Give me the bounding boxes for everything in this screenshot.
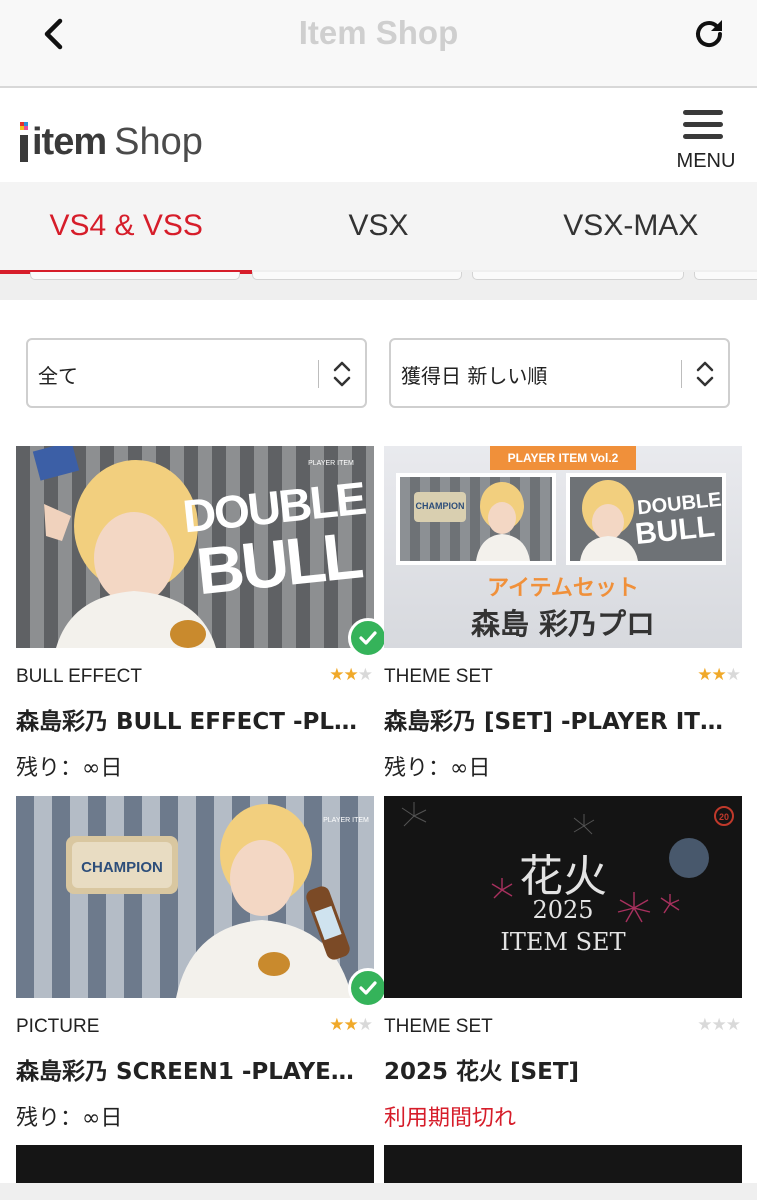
thumb-name: 森島 彩乃プロ [470, 607, 656, 641]
page-title: Item Shop [298, 14, 459, 51]
owned-check-icon [348, 968, 388, 1008]
item-shop-logo[interactable]: item Shop [18, 112, 203, 162]
tab-vsx[interactable]: VSX [252, 182, 504, 270]
hamburger-icon [683, 110, 723, 115]
sort-select[interactable]: 獲得日 新しい順 [389, 338, 730, 408]
item-remaining: 残り：∞日 [16, 756, 123, 781]
item-thumbnail: PLAYER ITEM Vol.2 CHAMPION DOUBLE BULL ア… [384, 446, 742, 648]
item-category: BULL EFFECT [16, 666, 142, 687]
site-header: item Shop MENU [0, 90, 757, 182]
rarity-stars: ★★★ [697, 665, 741, 685]
reload-button[interactable] [685, 12, 733, 56]
thumb-champion: CHAMPION [416, 501, 465, 511]
category-select[interactable]: 全て [26, 338, 367, 408]
menu-label: MENU [676, 150, 736, 172]
thumb-title: DOUBLE BULL [180, 471, 367, 609]
navigation-bar: Item Shop [0, 0, 757, 88]
chevron-up-down-icon [333, 361, 351, 387]
tab-panel-edge [252, 272, 462, 280]
thumb-badge: 20 [719, 812, 729, 822]
chevron-up-down-icon [696, 361, 714, 387]
rarity-stars: ★★★ [329, 665, 373, 685]
rarity-stars: ★★★ [329, 1015, 373, 1035]
item-remaining: 残り：∞日 [384, 756, 491, 781]
item-thumbnail: PLAYER ITEM DOUBLE BULL [16, 446, 374, 648]
category-select-value: 全て [38, 364, 78, 388]
thumb-label: PLAYER ITEM [308, 460, 354, 467]
logo-text-shop: Shop [114, 121, 203, 163]
thumb-champion: CHAMPION [81, 859, 163, 876]
item-expired-status: 利用期間切れ [384, 1106, 517, 1131]
item-thumbnail: 20 花火 2025 ITEM SET [384, 796, 742, 998]
item-title: 森島彩乃 BULL EFFECT -PLAYER ITEM- [16, 709, 366, 735]
item-title: 2025 花火 [SET] [384, 1059, 580, 1085]
thumb-year: 2025 [532, 896, 594, 924]
thumb-label: PLAYER ITEM [323, 817, 369, 824]
thumb-subtitle: ITEM SET [500, 928, 626, 956]
reload-icon [696, 20, 723, 48]
logo-mark [18, 122, 30, 162]
tab-panel-edge [694, 272, 757, 280]
thumb-title: 花火 [519, 851, 607, 902]
sort-select-value: 獲得日 新しい順 [401, 364, 548, 388]
tab-panel-edge [472, 272, 684, 280]
bottom-edge [0, 1183, 757, 1200]
item-category: THEME SET [384, 666, 493, 687]
tab-vsx-max[interactable]: VSX-MAX [505, 182, 757, 270]
item-thumbnail-partial[interactable] [384, 1145, 742, 1183]
item-remaining: 残り：∞日 [16, 1106, 123, 1131]
tab-bar: VS4 & VSS VSX VSX-MAX [0, 182, 757, 300]
rarity-stars: ★★★ [697, 1015, 741, 1035]
item-category: THEME SET [384, 1016, 493, 1037]
logo-text-item: item [32, 121, 107, 163]
owned-check-icon [348, 618, 388, 658]
item-title: 森島彩乃 SCREEN1 -PLAYER ITEM- [16, 1059, 366, 1085]
menu-button[interactable]: MENU [673, 108, 739, 174]
item-category: PICTURE [16, 1016, 100, 1037]
tab-vs4-vss[interactable]: VS4 & VSS [0, 182, 252, 270]
item-thumbnail: CHAMPION PLAYER ITEM [16, 796, 374, 998]
item-title: 森島彩乃 [SET] -PLAYER ITEM Vol.2- [384, 709, 734, 735]
item-thumbnail-partial[interactable] [16, 1145, 374, 1183]
tab-panel-edge [30, 272, 240, 280]
thumb-subtitle: アイテムセット [487, 576, 639, 601]
